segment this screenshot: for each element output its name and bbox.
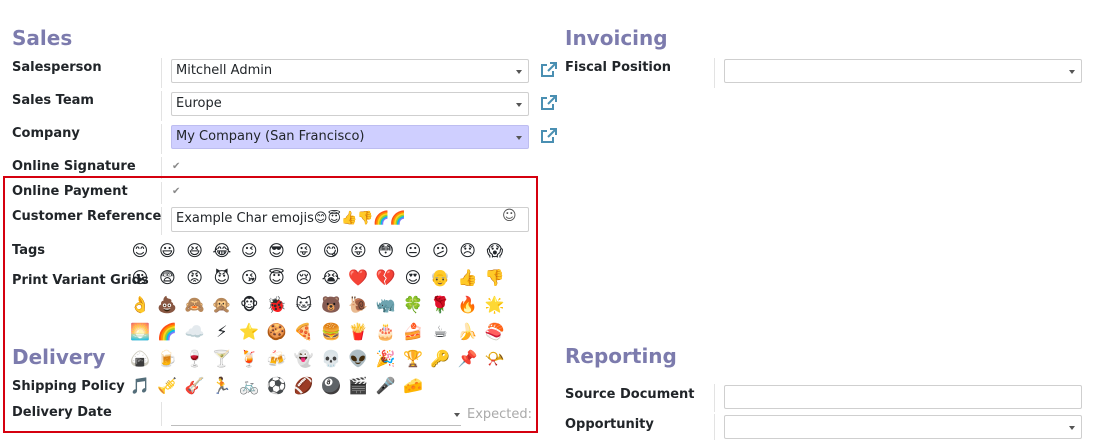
online-signature-label: Online Signature [12,159,136,174]
sales-team-value: Europe [176,96,222,111]
chevron-down-icon [1069,70,1075,74]
salesperson-value: Mitchell Admin [176,63,273,78]
source-document-label: Source Document [565,387,695,402]
company-select[interactable]: My Company (San Francisco) [171,125,529,149]
field-separator [714,384,715,412]
annotation-highlight-box [3,176,538,433]
field-separator [161,124,162,154]
field-separator [714,58,715,88]
sales-section-title: Sales [12,26,73,50]
online-signature-checkbox[interactable]: ✔ [172,161,180,172]
salesperson-select[interactable]: Mitchell Admin [171,59,529,83]
opportunity-label: Opportunity [565,417,654,432]
fiscal-position-label: Fiscal Position [565,60,672,75]
chevron-down-icon [516,136,522,140]
external-link-icon[interactable] [539,93,559,113]
chevron-down-icon [516,103,522,107]
external-link-icon[interactable] [539,126,559,146]
salesperson-label: Salesperson [12,60,102,75]
chevron-down-icon [1069,426,1075,430]
company-value: My Company (San Francisco) [176,129,365,144]
company-label: Company [12,126,80,141]
invoicing-section-title: Invoicing [565,26,668,50]
field-separator [714,414,715,440]
field-separator [161,58,162,88]
external-link-icon[interactable] [539,60,559,80]
sales-team-select[interactable]: Europe [171,92,529,116]
source-document-input[interactable] [724,385,1082,409]
reporting-section-title: Reporting [565,344,677,368]
opportunity-select[interactable] [724,415,1082,439]
fiscal-position-select[interactable] [724,59,1082,83]
sales-team-label: Sales Team [12,93,94,108]
chevron-down-icon [516,70,522,74]
field-separator [161,91,162,121]
